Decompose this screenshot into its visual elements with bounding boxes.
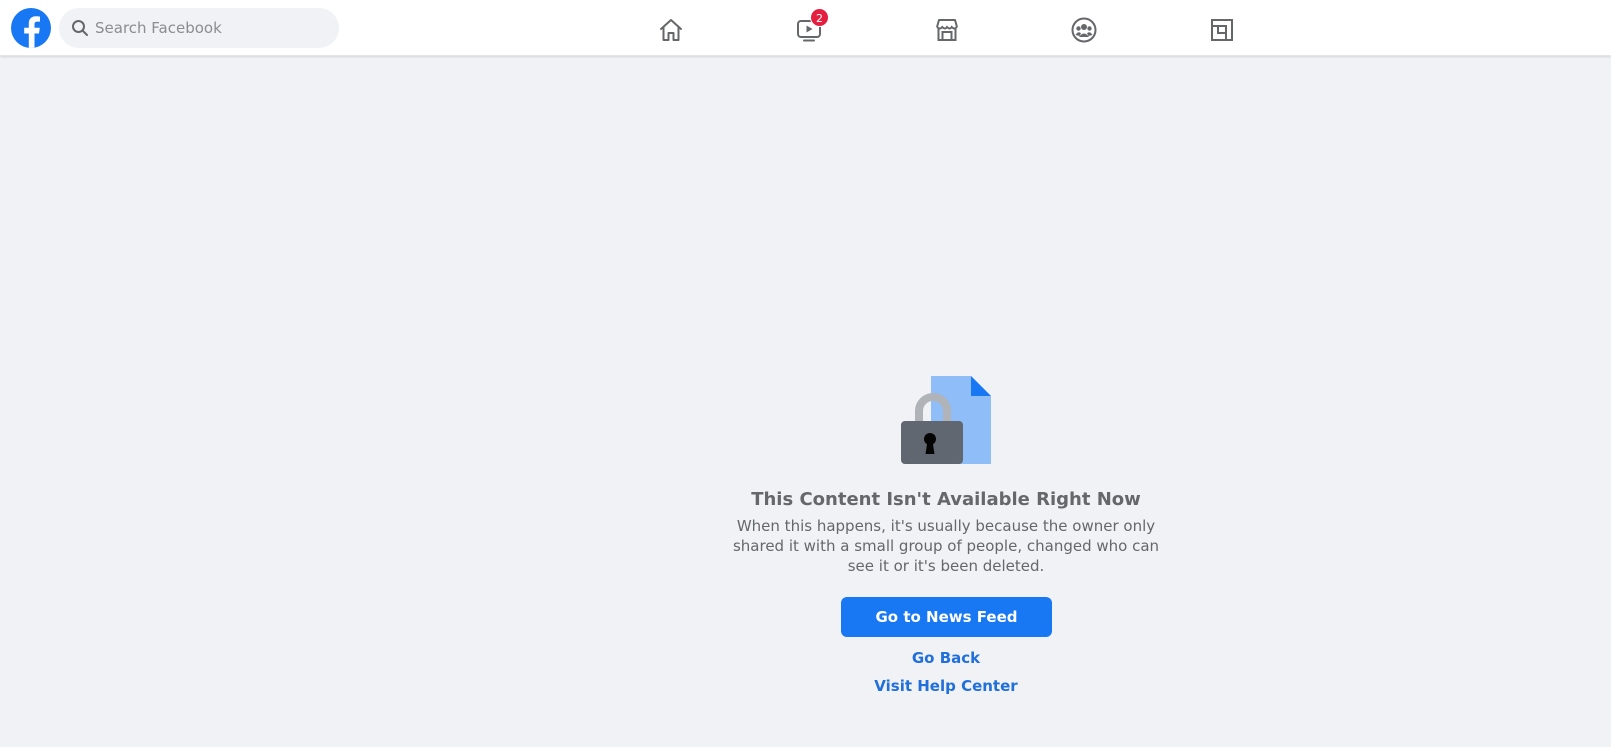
gaming-icon <box>1211 19 1233 41</box>
search-input[interactable] <box>95 8 329 48</box>
nav-gaming[interactable] <box>1200 8 1244 48</box>
search-bar[interactable] <box>59 8 339 48</box>
notification-badge: 2 <box>810 8 829 27</box>
top-navigation-bar: 2 <box>0 0 1611 56</box>
nav-groups[interactable] <box>1062 8 1106 48</box>
page-description: When this happens, it's usually because … <box>732 517 1160 575</box>
home-icon <box>660 19 682 41</box>
facebook-logo-icon[interactable] <box>11 8 51 48</box>
nav-home[interactable] <box>649 8 693 48</box>
nav-watch[interactable]: 2 <box>787 8 831 48</box>
locked-document-icon <box>901 376 991 464</box>
groups-icon <box>1071 17 1097 43</box>
visit-help-center-link[interactable]: Visit Help Center <box>746 677 1146 695</box>
nav-marketplace[interactable] <box>925 8 969 48</box>
page-title: This Content Isn't Available Right Now <box>751 489 1141 510</box>
go-to-news-feed-button[interactable]: Go to News Feed <box>841 597 1052 637</box>
marketplace-icon <box>936 19 958 41</box>
search-icon <box>72 20 88 36</box>
go-back-link[interactable]: Go Back <box>746 649 1146 667</box>
